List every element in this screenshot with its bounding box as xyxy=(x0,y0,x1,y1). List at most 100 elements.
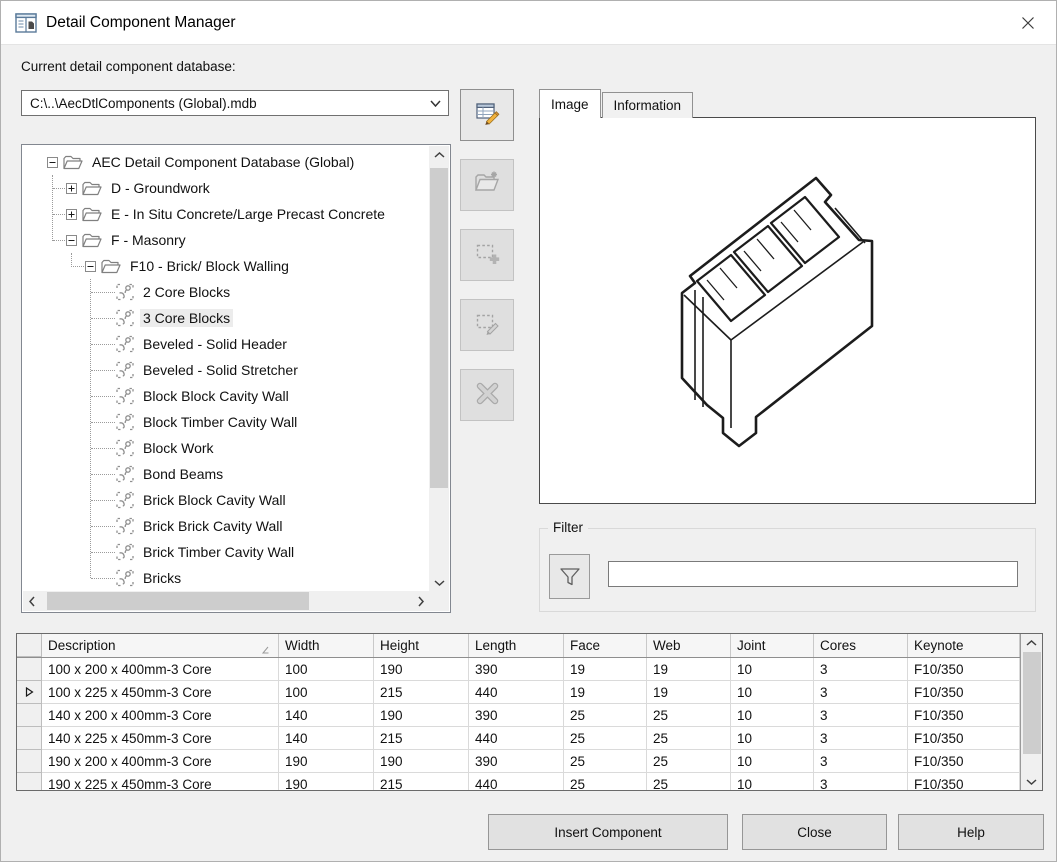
component-preview-drawing xyxy=(620,150,950,460)
collapse-icon[interactable] xyxy=(47,157,58,168)
tree-item-2-core-blocks[interactable]: 2 Core Blocks xyxy=(23,279,429,305)
row-selector[interactable] xyxy=(17,750,42,773)
chevron-down-icon[interactable] xyxy=(422,100,448,107)
tree-item-block-timber-cavity-wall[interactable]: Block Timber Cavity Wall xyxy=(23,409,429,435)
tree-item-bricks[interactable]: Bricks xyxy=(23,565,429,591)
filter-input[interactable] xyxy=(608,561,1018,587)
collapse-icon[interactable] xyxy=(66,235,77,246)
tree-item-label: Block Work xyxy=(140,439,217,457)
column-header-web[interactable]: Web xyxy=(647,634,731,657)
column-header-description[interactable]: Description xyxy=(42,634,279,657)
column-header-length[interactable]: Length xyxy=(469,634,564,657)
scroll-down-icon[interactable] xyxy=(429,574,449,591)
sort-ascending-icon xyxy=(261,642,270,657)
tab-image[interactable]: Image xyxy=(539,89,601,118)
filter-icon xyxy=(559,567,581,587)
cell-description: 100 x 200 x 400mm-3 Core xyxy=(42,658,279,681)
tree-item-f10-brick-block-walling[interactable]: F10 - Brick/ Block Walling xyxy=(23,253,429,279)
tree-item-label: Bond Beams xyxy=(140,465,226,483)
component-icon xyxy=(116,569,134,587)
table-row[interactable]: 190 x 200 x 400mm-3 Core1901903902525103… xyxy=(17,750,1020,773)
edit-database-button[interactable] xyxy=(460,89,514,141)
collapse-icon[interactable] xyxy=(85,261,96,272)
tree-item-brick-brick-cavity-wall[interactable]: Brick Brick Cavity Wall xyxy=(23,513,429,539)
table-row[interactable]: 100 x 225 x 450mm-3 Core1002154401919103… xyxy=(17,681,1020,704)
tree-item-brick-block-cavity-wall[interactable]: Brick Block Cavity Wall xyxy=(23,487,429,513)
cell-web: 25 xyxy=(647,773,731,791)
tree-item-label: D - Groundwork xyxy=(108,179,213,197)
database-combobox[interactable]: C:\..\AecDtlComponents (Global).mdb xyxy=(21,90,449,116)
table-vscroll-thumb[interactable] xyxy=(1023,652,1041,754)
expand-icon[interactable] xyxy=(66,183,77,194)
cell-joint: 10 xyxy=(731,750,814,773)
scroll-up-icon[interactable] xyxy=(1021,634,1042,651)
row-selector[interactable] xyxy=(17,773,42,791)
component-tree: AEC Detail Component Database (Global) D … xyxy=(21,144,451,613)
column-header-face[interactable]: Face xyxy=(564,634,647,657)
expand-icon[interactable] xyxy=(66,209,77,220)
preview-tabs: ImageInformation xyxy=(539,89,693,118)
tree-item-label: F - Masonry xyxy=(108,231,189,249)
cell-length: 440 xyxy=(469,681,564,704)
scroll-down-icon[interactable] xyxy=(1021,773,1042,790)
tree-guide-line xyxy=(52,175,53,241)
table-row[interactable]: 140 x 200 x 400mm-3 Core1401903902525103… xyxy=(17,704,1020,727)
scroll-left-icon[interactable] xyxy=(23,591,40,611)
row-selector[interactable] xyxy=(17,727,42,750)
cell-width: 100 xyxy=(279,658,374,681)
database-label: Current detail component database: xyxy=(21,59,236,74)
tree-item-e-in-situ-concrete-large-precast-concrete[interactable]: E - In Situ Concrete/Large Precast Concr… xyxy=(23,201,429,227)
column-header-cores[interactable]: Cores xyxy=(814,634,908,657)
tree-item-label: Beveled - Solid Stretcher xyxy=(140,361,301,379)
cell-cores: 3 xyxy=(814,704,908,727)
table-vertical-scrollbar[interactable] xyxy=(1020,634,1042,790)
tree-item-block-work[interactable]: Block Work xyxy=(23,435,429,461)
apply-filter-button[interactable] xyxy=(549,554,590,599)
row-selector[interactable] xyxy=(17,704,42,727)
close-button[interactable] xyxy=(1008,7,1048,39)
column-header-height[interactable]: Height xyxy=(374,634,469,657)
tree-item-bond-beams[interactable]: Bond Beams xyxy=(23,461,429,487)
tab-information[interactable]: Information xyxy=(602,92,694,118)
tree-item-3-core-blocks[interactable]: 3 Core Blocks xyxy=(23,305,429,331)
close-button[interactable]: Close xyxy=(742,814,887,850)
row-selector[interactable] xyxy=(17,658,42,681)
component-icon xyxy=(116,543,134,561)
cell-cores: 3 xyxy=(814,727,908,750)
cell-width: 100 xyxy=(279,681,374,704)
tree-item-label: Bricks xyxy=(140,569,184,587)
tree-item-f-masonry[interactable]: F - Masonry xyxy=(23,227,429,253)
tree-item-aec-detail-component-database-global[interactable]: AEC Detail Component Database (Global) xyxy=(23,149,429,175)
folder-icon xyxy=(82,181,102,196)
tree-item-brick-timber-cavity-wall[interactable]: Brick Timber Cavity Wall xyxy=(23,539,429,565)
tree-item-beveled-solid-header[interactable]: Beveled - Solid Header xyxy=(23,331,429,357)
component-icon xyxy=(116,335,134,353)
column-header-joint[interactable]: Joint xyxy=(731,634,814,657)
tree-vertical-scrollbar[interactable] xyxy=(429,146,449,591)
tree-vscroll-thumb[interactable] xyxy=(430,168,448,488)
tree-horizontal-scrollbar[interactable] xyxy=(23,591,429,611)
component-icon xyxy=(116,439,134,457)
tree-item-beveled-solid-stretcher[interactable]: Beveled - Solid Stretcher xyxy=(23,357,429,383)
column-header-label: Face xyxy=(570,638,600,653)
image-preview-panel xyxy=(539,117,1036,504)
scroll-right-icon[interactable] xyxy=(412,591,429,611)
column-header-keynote[interactable]: Keynote xyxy=(908,634,1020,657)
scroll-up-icon[interactable] xyxy=(429,146,449,163)
current-row-indicator[interactable] xyxy=(17,681,42,704)
insert-component-button[interactable]: Insert Component xyxy=(488,814,728,850)
new-group-icon xyxy=(474,170,501,200)
tree-item-block-block-cavity-wall[interactable]: Block Block Cavity Wall xyxy=(23,383,429,409)
cell-web: 25 xyxy=(647,750,731,773)
tree-hscroll-thumb[interactable] xyxy=(47,592,309,610)
help-button[interactable]: Help xyxy=(898,814,1044,850)
cell-cores: 3 xyxy=(814,681,908,704)
cell-cores: 3 xyxy=(814,658,908,681)
row-selector-header xyxy=(17,634,42,657)
table-row[interactable]: 190 x 225 x 450mm-3 Core1902154402525103… xyxy=(17,773,1020,791)
table-row[interactable]: 100 x 200 x 400mm-3 Core1001903901919103… xyxy=(17,658,1020,681)
table-row[interactable]: 140 x 225 x 450mm-3 Core1402154402525103… xyxy=(17,727,1020,750)
edit-component-button xyxy=(460,299,514,351)
tree-item-d-groundwork[interactable]: D - Groundwork xyxy=(23,175,429,201)
column-header-width[interactable]: Width xyxy=(279,634,374,657)
